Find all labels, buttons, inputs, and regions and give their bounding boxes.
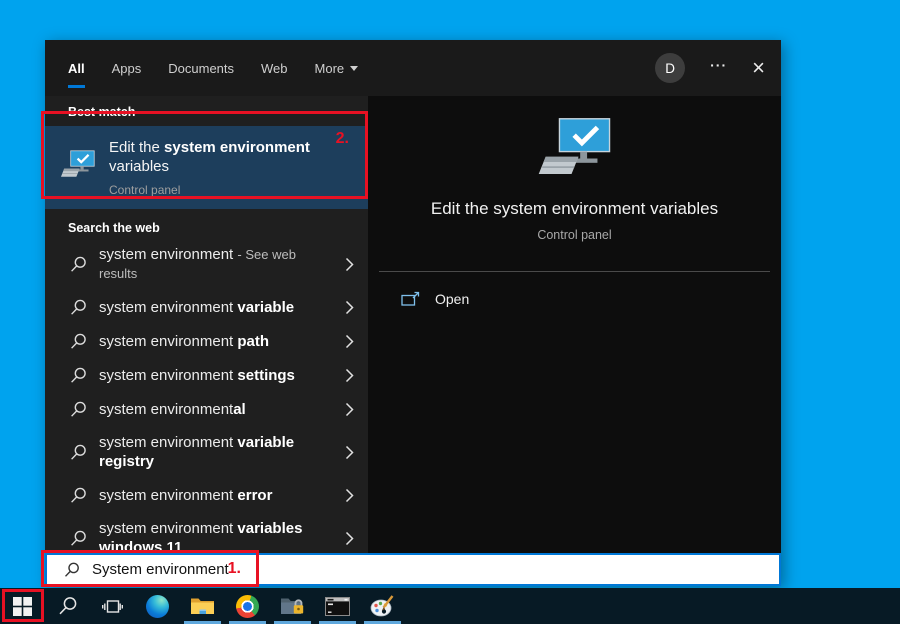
taskbar — [0, 588, 900, 624]
divider — [379, 271, 770, 272]
system-properties-icon-large — [537, 117, 613, 186]
paint-button[interactable] — [360, 588, 405, 624]
avatar[interactable]: D — [655, 53, 685, 83]
locked-folder-icon — [280, 596, 305, 616]
tab-more[interactable]: More — [315, 40, 359, 96]
file-explorer-button[interactable] — [180, 588, 225, 624]
open-label: Open — [435, 291, 469, 307]
annotation-box-best-match: 2. — [41, 111, 368, 199]
annotation-step-1: 1. — [228, 560, 241, 578]
chrome-icon — [236, 595, 259, 618]
annotation-step-2: 2. — [336, 130, 349, 148]
web-suggestion-variable[interactable]: system environment variable — [45, 290, 368, 324]
annotation-box-search-input: 1. — [41, 550, 259, 587]
search-icon — [70, 333, 87, 350]
open-window-icon — [401, 291, 420, 307]
web-suggestions-list: system environment - See web results sys… — [45, 238, 368, 564]
preview-title: Edit the system environment variables — [431, 199, 718, 219]
web-suggestion-see-results[interactable]: system environment - See web results — [45, 238, 368, 290]
web-suggestion-error[interactable]: system environment error — [45, 478, 368, 512]
edge-button[interactable] — [135, 588, 180, 624]
search-the-web-header: Search the web — [45, 209, 368, 238]
chevron-right-icon — [345, 488, 354, 503]
preview-subtitle: Control panel — [537, 228, 611, 242]
taskbar-search-button[interactable] — [45, 588, 90, 624]
search-icon — [70, 444, 87, 461]
chevron-right-icon — [345, 445, 354, 460]
search-icon — [70, 256, 87, 273]
desktop-background: { "colors": { "desktop": "#00a3ee", "pan… — [0, 0, 900, 624]
chevron-right-icon — [345, 300, 354, 315]
tab-web[interactable]: Web — [261, 40, 288, 96]
task-view-icon — [102, 598, 123, 615]
chevron-right-icon — [345, 368, 354, 383]
preview-pane: Edit the system environment variables Co… — [368, 96, 781, 553]
chevron-down-icon — [350, 66, 358, 71]
chrome-button[interactable] — [225, 588, 270, 624]
web-suggestion-variable-registry[interactable]: system environment variableregistry — [45, 426, 368, 478]
annotation-box-start-button — [2, 589, 44, 622]
task-view-button[interactable] — [90, 588, 135, 624]
tab-apps[interactable]: Apps — [112, 40, 142, 96]
chevron-right-icon — [345, 402, 354, 417]
tab-all[interactable]: All — [68, 40, 85, 96]
web-suggestion-environmental[interactable]: system environmental — [45, 392, 368, 426]
command-prompt-button[interactable] — [315, 588, 360, 624]
web-suggestion-settings[interactable]: system environment settings — [45, 358, 368, 392]
chevron-right-icon — [345, 531, 354, 546]
search-icon — [70, 530, 87, 547]
search-icon — [70, 401, 87, 418]
options-icon[interactable]: ··· — [710, 57, 727, 79]
chevron-right-icon — [345, 334, 354, 349]
chevron-right-icon — [345, 257, 354, 272]
web-suggestion-path[interactable]: system environment path — [45, 324, 368, 358]
tab-documents[interactable]: Documents — [168, 40, 234, 96]
command-prompt-icon — [325, 597, 350, 616]
search-icon — [70, 367, 87, 384]
paint-icon — [370, 595, 395, 617]
open-action[interactable]: Open — [368, 283, 781, 315]
close-icon[interactable]: × — [752, 57, 765, 79]
locked-folder-button[interactable] — [270, 588, 315, 624]
search-tabs-bar: All Apps Documents Web More D ··· × — [45, 40, 781, 96]
search-icon — [58, 596, 78, 616]
file-explorer-icon — [190, 596, 215, 616]
edge-icon — [146, 595, 169, 618]
search-icon — [70, 487, 87, 504]
header-actions: D ··· × — [655, 53, 765, 83]
search-icon — [70, 299, 87, 316]
